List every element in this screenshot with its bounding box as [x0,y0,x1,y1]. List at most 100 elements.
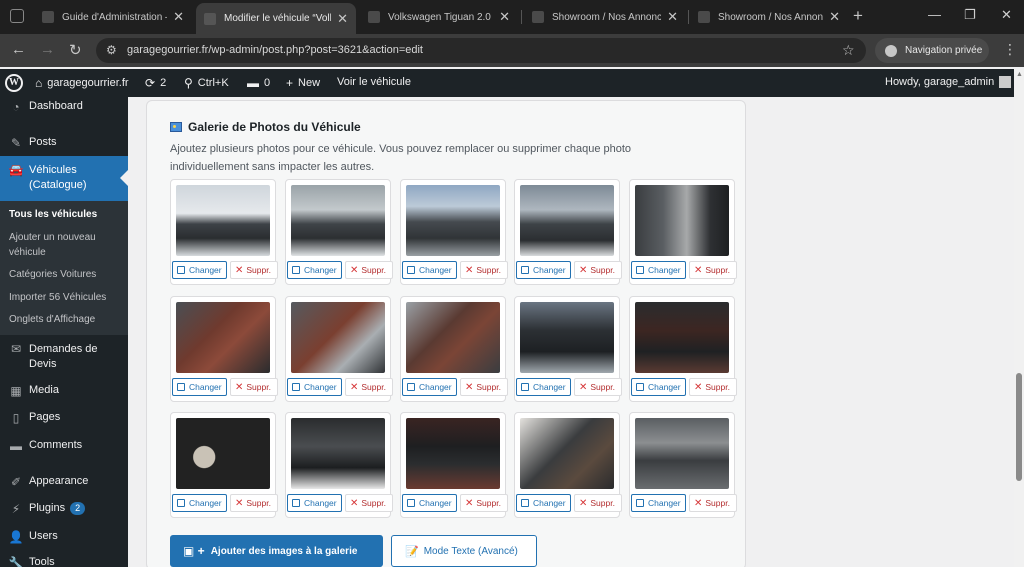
sidebar-item-plugins[interactable]: ⚡ Plugins 2 [0,502,128,522]
change-photo-button[interactable]: Changer [516,494,571,512]
sidebar-item-posts[interactable]: ✎ Posts [0,136,128,156]
command-palette-link[interactable]: ⚲ Ctrl+K [184,76,229,90]
plus-icon: + [286,76,294,90]
sidebar-item-tools[interactable]: 🔧 Tools [0,556,128,567]
wrench-icon: 🔧 [8,556,24,567]
delete-photo-button[interactable]: ✕ Suppr. [574,494,622,512]
media-icon [292,499,300,507]
sidebar-item-pages[interactable]: ▯ Pages [0,411,128,431]
site-info-icon[interactable]: ⚙ [106,43,117,57]
gallery-photo-card: Changer ✕ Suppr. [514,179,622,285]
favicon-icon [204,12,216,25]
browser-menu-icon[interactable]: ⋮ [1003,41,1017,58]
sidebar-item-appearance[interactable]: ✐ Appearance [0,475,128,495]
bookmark-star-icon[interactable]: ☆ [842,42,855,59]
sidebar-item-media[interactable]: ▦ Media [0,384,128,404]
browser-tab-showroom-1[interactable]: Showroom / Nos Annonc ✕ [524,4,686,30]
tab-search-icon[interactable] [10,9,24,23]
comment-bubble-icon: ▬ [247,76,259,90]
account-menu[interactable]: Howdy, garage_admin [885,76,1012,88]
reload-icon[interactable]: ↻ [69,41,82,59]
change-photo-button[interactable]: Changer [287,378,342,396]
site-name-link[interactable]: ⌂ garagegourrier.fr [35,76,129,90]
browser-tab-tiguan[interactable]: Volkswagen Tiguan 2.0 TI ✕ [360,4,518,30]
sidebar-item-dashboard[interactable]: ◔ Dashboard [0,100,128,120]
pushpin-icon: ✎ [10,136,22,150]
back-icon[interactable]: ← [11,41,26,58]
address-bar[interactable]: ⚙ garagegourrier.fr/wp-admin/post.php?po… [96,38,866,63]
delete-photo-button[interactable]: ✕ Suppr. [574,261,622,279]
change-photo-button[interactable]: Changer [631,378,686,396]
delete-photo-button[interactable]: ✕ Suppr. [230,378,278,396]
view-vehicle-link[interactable]: Voir le véhicule [337,76,411,88]
wordpress-logo-icon[interactable]: W [5,74,23,92]
new-content-link[interactable]: + New [286,76,320,90]
close-window-button[interactable]: ✕ [1001,7,1012,23]
page-scrollbar[interactable]: ▲ [1014,69,1024,567]
vehicle-photo [406,302,500,373]
scrollbar-thumb[interactable] [1016,373,1022,481]
change-photo-button[interactable]: Changer [402,261,457,279]
change-photo-button[interactable]: Changer [631,494,686,512]
close-tab-icon[interactable]: ✕ [829,9,840,25]
text-mode-button[interactable]: 📝 Mode Texte (Avancé) [391,535,537,567]
submenu-tous-les-vehicules[interactable]: Tous les véhicules [9,207,121,222]
close-tab-icon[interactable]: ✕ [499,9,510,25]
gallery-photo-card: Changer ✕ Suppr. [629,412,737,518]
new-tab-button[interactable]: + [853,6,863,26]
change-photo-button[interactable]: Changer [172,494,227,512]
submenu-categories-voitures[interactable]: Catégories Voitures [9,267,121,282]
delete-photo-button[interactable]: ✕ Suppr. [345,494,393,512]
media-icon [177,499,185,507]
close-tab-icon[interactable]: ✕ [667,9,678,25]
url-text[interactable]: garagegourrier.fr/wp-admin/post.php?post… [127,44,423,56]
close-icon: ✕ [694,381,703,393]
vehicle-photo [176,418,270,489]
comments-link[interactable]: ▬ 0 [247,76,270,90]
sidebar-item-vehicules[interactable]: 🚘 Véhicules (Catalogue) [0,156,128,201]
close-tab-icon[interactable]: ✕ [337,11,348,27]
change-photo-button[interactable]: Changer [402,494,457,512]
delete-photo-button[interactable]: ✕ Suppr. [689,378,737,396]
change-photo-button[interactable]: Changer [172,261,227,279]
change-photo-button[interactable]: Changer [287,494,342,512]
change-photo-button[interactable]: Changer [287,261,342,279]
delete-photo-button[interactable]: ✕ Suppr. [230,494,278,512]
submenu-onglets-affichage[interactable]: Onglets d'Affichage [9,312,121,327]
minimize-button[interactable]: — [928,7,941,22]
add-images-button[interactable]: ▣ + Ajouter des images à la galerie [170,535,383,567]
change-photo-button[interactable]: Changer [516,378,571,396]
delete-photo-button[interactable]: ✕ Suppr. [689,494,737,512]
main-content: Galerie de Photos du Véhicule Ajoutez pl… [128,97,1014,567]
maximize-button[interactable]: ❐ [964,7,976,23]
sidebar-item-users[interactable]: 👤 Users [0,530,128,550]
delete-photo-button[interactable]: ✕ Suppr. [230,261,278,279]
delete-photo-button[interactable]: ✕ Suppr. [689,261,737,279]
private-browsing-indicator[interactable]: Navigation privée [875,38,989,63]
change-photo-button[interactable]: Changer [402,378,457,396]
change-photo-button[interactable]: Changer [631,261,686,279]
change-photo-button[interactable]: Changer [516,261,571,279]
sidebar-item-demandes-devis[interactable]: ✉ Demandes de Devis [0,342,128,372]
submenu-ajouter-vehicule[interactable]: Ajouter un nouveau véhicule [9,230,121,260]
close-tab-icon[interactable]: ✕ [173,9,184,25]
plugins-update-badge: 2 [70,502,86,515]
browser-tab-modifier[interactable]: Modifier le véhicule “Volk ✕ [196,3,356,34]
change-photo-button[interactable]: Changer [172,378,227,396]
browser-tab-showroom-2[interactable]: Showroom / Nos Annonc ✕ [690,4,848,30]
submenu-importer-vehicules[interactable]: Importer 56 Véhicules [9,290,121,305]
delete-photo-button[interactable]: ✕ Suppr. [460,378,508,396]
add-media-icon: ▣ + [183,544,205,558]
scroll-up-icon[interactable]: ▲ [1016,71,1023,78]
updates-link[interactable]: ⟳ 2 [145,76,166,90]
browser-tab-guide[interactable]: Guide d'Administration – ✕ [34,4,192,30]
sidebar-item-comments[interactable]: ▬ Comments [0,439,128,459]
delete-photo-button[interactable]: ✕ Suppr. [345,378,393,396]
delete-photo-button[interactable]: ✕ Suppr. [574,378,622,396]
vehicle-photo [520,302,614,373]
delete-photo-button[interactable]: ✕ Suppr. [460,494,508,512]
forward-icon[interactable]: → [40,41,55,58]
delete-photo-button[interactable]: ✕ Suppr. [460,261,508,279]
plugin-icon: ⚡ [11,502,21,516]
delete-photo-button[interactable]: ✕ Suppr. [345,261,393,279]
